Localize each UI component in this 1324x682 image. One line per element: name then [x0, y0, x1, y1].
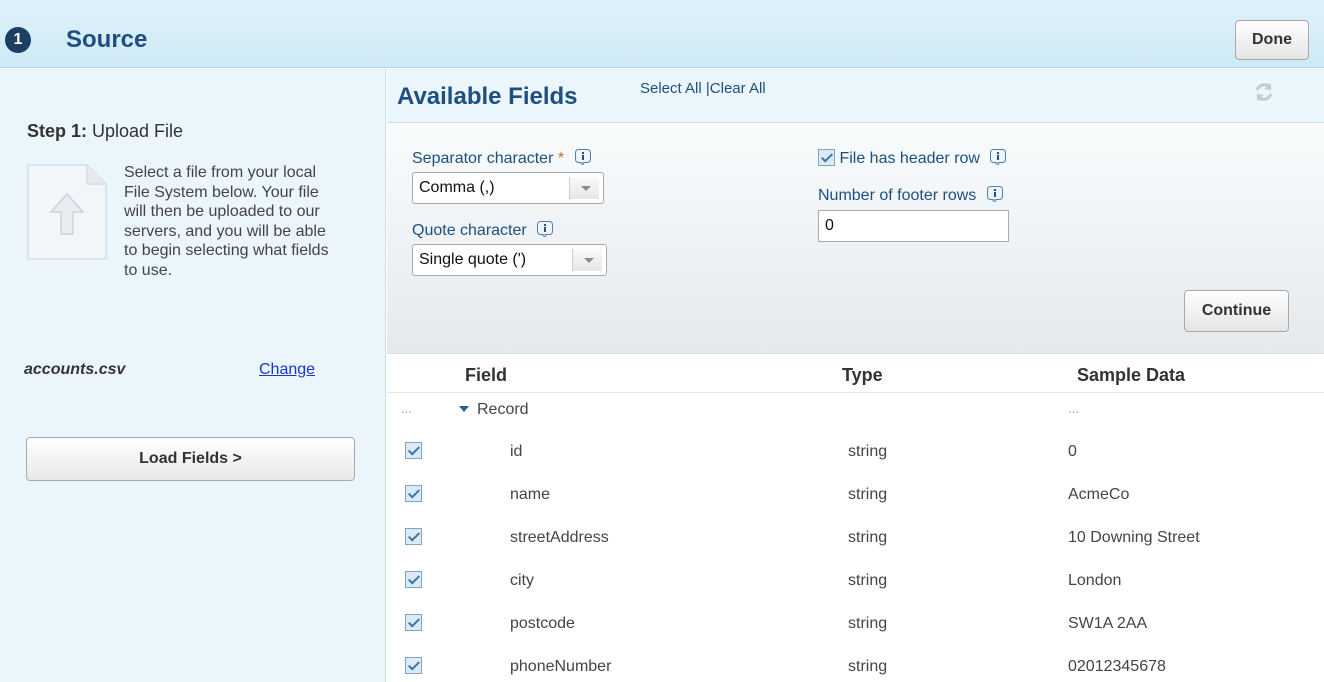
field-type: string: [848, 486, 888, 503]
field-type: string: [848, 529, 888, 546]
field-checkbox[interactable]: [405, 614, 422, 631]
field-sample: London: [1068, 572, 1122, 589]
field-type: string: [848, 658, 888, 675]
done-button[interactable]: Done: [1235, 20, 1309, 60]
column-header-sample[interactable]: Sample Data: [1077, 365, 1185, 386]
column-header-field[interactable]: Field: [465, 365, 507, 386]
separator-label-text: Separator character: [412, 150, 554, 167]
field-sample: 0: [1068, 443, 1077, 460]
group-name: Record: [477, 401, 529, 418]
table-row: city string London: [387, 558, 1324, 601]
separator-select[interactable]: Comma (,): [412, 172, 604, 204]
load-fields-button[interactable]: Load Fields >: [26, 437, 355, 481]
quote-label: Quote character: [412, 221, 554, 240]
field-checkbox[interactable]: [405, 571, 422, 588]
field-checkbox[interactable]: [405, 442, 422, 459]
table-row: streetAddress string 10 Downing Street: [387, 515, 1324, 558]
field-type: string: [848, 443, 888, 460]
table-row: name string AcmeCo: [387, 472, 1324, 515]
separator-label: Separator character *: [412, 149, 591, 168]
fields-table: Field Type Sample Data ... Record ... id…: [387, 355, 1324, 682]
field-checkbox[interactable]: [405, 485, 422, 502]
available-fields-title: Available Fields: [397, 83, 578, 110]
field-name: name: [510, 486, 551, 503]
field-name: city: [510, 572, 534, 589]
footer-rows-label-text: Number of footer rows: [818, 187, 977, 204]
field-name: id: [510, 443, 523, 460]
required-mark: *: [557, 150, 565, 167]
change-file-link[interactable]: Change: [259, 361, 315, 379]
chevron-down-icon[interactable]: [569, 177, 599, 199]
info-icon[interactable]: [574, 149, 591, 165]
available-fields-bar: Available Fields Select All |Clear All: [387, 69, 1324, 123]
quote-label-text: Quote character: [412, 222, 527, 239]
separator-select-value: Comma (,): [419, 179, 495, 196]
step-label-text: Upload File: [87, 121, 184, 141]
header-row-checkbox[interactable]: [818, 149, 835, 166]
field-checkbox[interactable]: [405, 528, 422, 545]
field-name: postcode: [510, 615, 575, 632]
refresh-icon[interactable]: [1253, 81, 1275, 103]
field-sample: AcmeCo: [1068, 486, 1130, 503]
info-icon[interactable]: [537, 221, 554, 237]
info-icon[interactable]: [986, 186, 1003, 202]
header-row-label: File has header row: [839, 150, 980, 167]
table-row: phoneNumber string 02012345678: [387, 644, 1324, 682]
column-header-type[interactable]: Type: [842, 365, 883, 386]
table-row: postcode string SW1A 2AA: [387, 601, 1324, 644]
field-sample: 10 Downing Street: [1068, 529, 1200, 546]
field-sample: 02012345678: [1068, 658, 1166, 675]
info-icon[interactable]: [990, 149, 1007, 165]
clear-all-link[interactable]: Clear All: [710, 80, 766, 97]
parse-settings: Separator character * Comma (,) Quote ch…: [387, 124, 1324, 354]
table-row: id string 0: [387, 429, 1324, 472]
selected-filename: accounts.csv: [24, 361, 126, 378]
step-label: Step 1: Upload File: [27, 121, 183, 142]
field-type: string: [848, 572, 888, 589]
header-row-option: File has header row: [818, 149, 1007, 168]
step-number-badge: 1: [5, 27, 31, 53]
upload-panel: Step 1: Upload File Select a file from y…: [0, 69, 386, 682]
table-header: Field Type Sample Data: [387, 355, 1324, 393]
group-row-record[interactable]: ... Record ...: [387, 393, 1324, 429]
step-label-bold: Step 1:: [27, 121, 88, 141]
link-separator: |: [701, 80, 710, 97]
upload-file-icon: [27, 164, 107, 260]
quote-select[interactable]: Single quote ('): [412, 244, 607, 276]
continue-button[interactable]: Continue: [1184, 290, 1289, 332]
group-sample: ...: [1068, 401, 1079, 416]
footer-rows-input[interactable]: [818, 210, 1009, 242]
selection-links: Select All |Clear All: [640, 80, 766, 97]
group-ellipsis: ...: [401, 401, 412, 416]
field-name: streetAddress: [510, 529, 609, 546]
chevron-down-icon[interactable]: [572, 249, 602, 271]
caret-down-icon[interactable]: [459, 406, 469, 412]
field-type: string: [848, 615, 888, 632]
footer-rows-label: Number of footer rows: [818, 186, 1003, 205]
page-title: Source: [66, 26, 148, 53]
field-checkbox[interactable]: [405, 657, 422, 674]
quote-select-value: Single quote ('): [419, 251, 527, 268]
field-sample: SW1A 2AA: [1068, 615, 1148, 632]
source-header: 1 Source Done: [0, 0, 1324, 68]
fields-panel: Available Fields Select All |Clear All S…: [387, 69, 1324, 682]
upload-description: Select a file from your local File Syste…: [124, 164, 329, 279]
group-label[interactable]: Record: [459, 401, 529, 419]
field-name: phoneNumber: [510, 658, 612, 675]
select-all-link[interactable]: Select All: [640, 80, 702, 97]
